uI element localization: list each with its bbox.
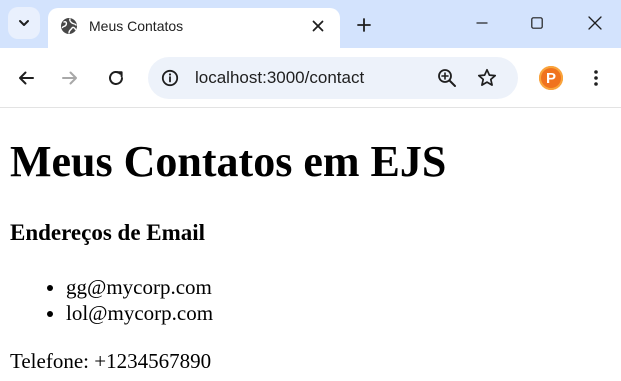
kebab-menu-icon bbox=[593, 69, 599, 87]
close-icon bbox=[588, 16, 602, 30]
profile-avatar[interactable]: P bbox=[539, 66, 563, 90]
zoom-in-icon[interactable] bbox=[436, 67, 458, 89]
minimize-icon bbox=[476, 17, 488, 29]
plus-icon bbox=[357, 18, 371, 32]
reload-button[interactable] bbox=[104, 66, 128, 90]
browser-toolbar: localhost:3000/contact P bbox=[0, 48, 621, 108]
list-item: gg@mycorp.com bbox=[66, 274, 213, 300]
maximize-icon bbox=[531, 17, 543, 29]
tab-search-button[interactable] bbox=[8, 7, 40, 39]
arrow-left-icon bbox=[17, 69, 35, 87]
tab-strip: Meus Contatos bbox=[0, 0, 621, 48]
page-content: Meus Contatos em EJS Endereços de Email … bbox=[0, 108, 621, 381]
page-title: Meus Contatos em EJS bbox=[10, 137, 447, 186]
tab-title: Meus Contatos bbox=[89, 18, 184, 34]
reload-icon bbox=[107, 69, 125, 87]
email-section-heading: Endereços de Email bbox=[10, 220, 206, 245]
email-list: gg@mycorp.com lol@mycorp.com bbox=[0, 274, 213, 326]
tab-active[interactable]: Meus Contatos bbox=[48, 8, 340, 48]
profile-initial: P bbox=[545, 69, 556, 87]
chevron-down-icon bbox=[17, 16, 31, 30]
browser-window: Meus Contatos localhost:3000/contact P M… bbox=[0, 0, 621, 381]
address-bar[interactable]: localhost:3000/contact bbox=[148, 57, 518, 99]
browser-menu-button[interactable] bbox=[585, 66, 607, 90]
url-text[interactable]: localhost:3000/contact bbox=[195, 67, 364, 89]
new-tab-button[interactable] bbox=[352, 13, 376, 37]
globe-icon bbox=[60, 17, 78, 35]
forward-button[interactable] bbox=[58, 66, 82, 90]
star-icon[interactable] bbox=[476, 67, 498, 89]
window-close-button[interactable] bbox=[583, 11, 607, 35]
maximize-button[interactable] bbox=[525, 11, 549, 35]
phone-text: Telefone: +1234567890 bbox=[10, 349, 212, 373]
close-icon[interactable] bbox=[308, 16, 328, 36]
info-icon[interactable] bbox=[160, 68, 180, 88]
list-item: lol@mycorp.com bbox=[66, 300, 213, 326]
arrow-right-icon bbox=[61, 69, 79, 87]
back-button[interactable] bbox=[14, 66, 38, 90]
minimize-button[interactable] bbox=[470, 11, 494, 35]
